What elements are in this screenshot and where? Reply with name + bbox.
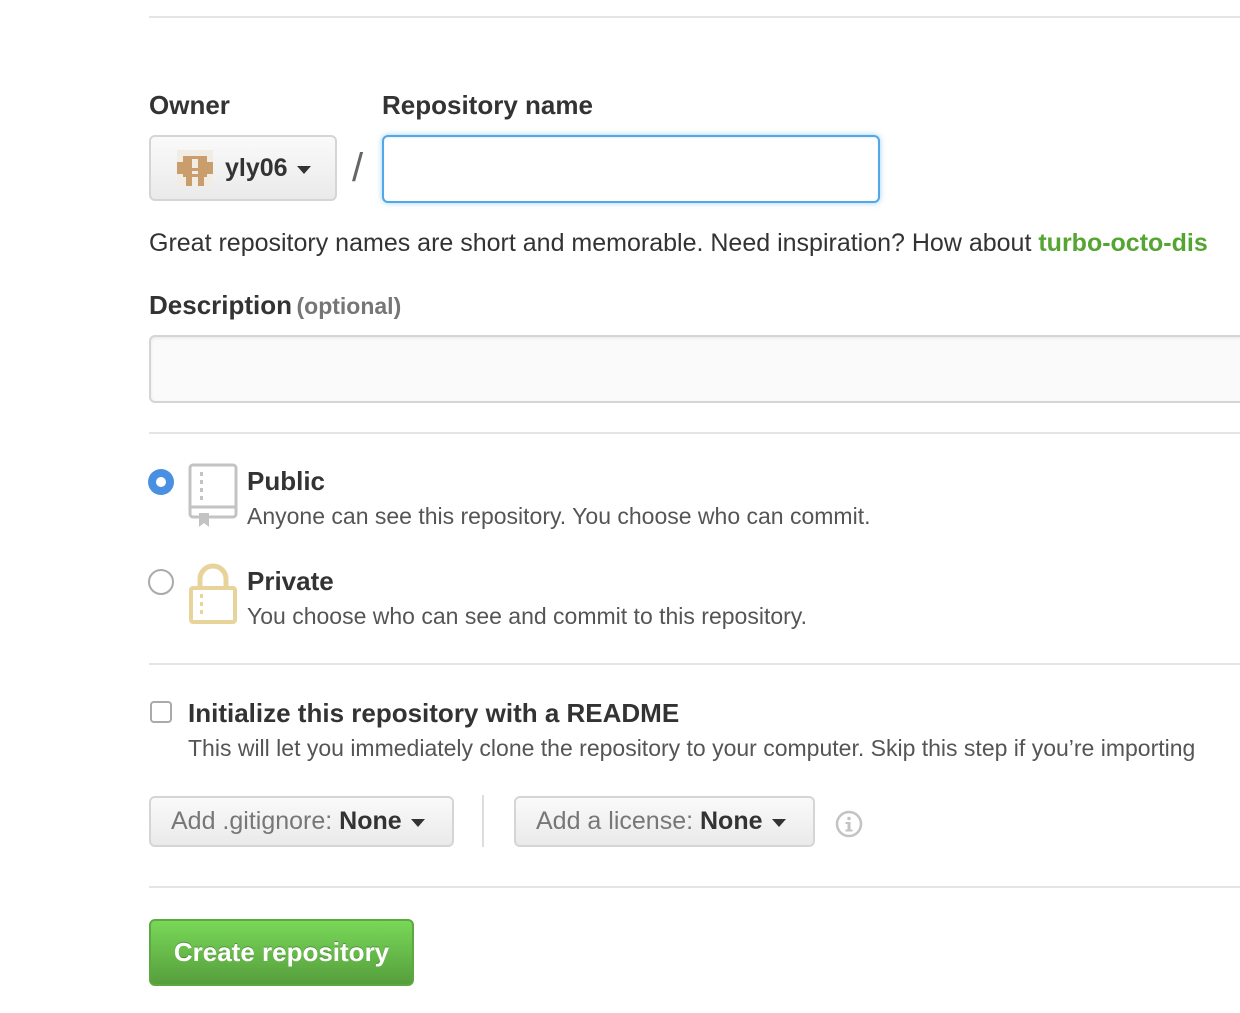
public-title: Public <box>247 466 326 496</box>
avatar <box>177 150 213 186</box>
gitignore-prefix: Add .gitignore: <box>171 807 333 835</box>
repository-name-hint: Great repository names are short and mem… <box>149 229 1208 258</box>
repository-name-label: Repository name <box>382 90 593 120</box>
init-readme-description: This will let you immediately clone the … <box>188 735 1196 761</box>
repository-name-input[interactable] <box>382 135 880 203</box>
submit-divider <box>149 886 1240 888</box>
create-repository-button[interactable]: Create repository <box>149 919 414 986</box>
chevron-down-icon <box>296 165 311 174</box>
license-dropdown[interactable]: Add a license: None <box>514 796 815 847</box>
description-label: Description <box>149 290 293 320</box>
chevron-down-icon <box>410 819 425 827</box>
info-icon[interactable] <box>835 810 863 838</box>
description-input[interactable] <box>149 335 1240 403</box>
repo-book-icon <box>188 463 238 527</box>
owner-repo-separator: / <box>352 146 364 190</box>
gitignore-value: None <box>339 807 402 835</box>
hint-text: Great repository names are short and mem… <box>149 229 1039 257</box>
init-readme-checkbox[interactable] <box>150 701 172 723</box>
description-label-row: Description (optional) <box>149 290 401 321</box>
private-title: Private <box>247 566 334 596</box>
radio-dot <box>156 477 166 487</box>
gitignore-dropdown[interactable]: Add .gitignore: None <box>149 796 454 847</box>
visibility-divider <box>149 432 1240 434</box>
select-separator <box>482 795 484 847</box>
license-prefix: Add a license: <box>536 807 694 835</box>
lock-icon <box>189 563 237 624</box>
public-description: Anyone can see this repository. You choo… <box>247 503 871 529</box>
license-value: None <box>700 807 763 835</box>
owner-label: Owner <box>149 90 230 120</box>
chevron-down-icon <box>771 819 786 827</box>
owner-name: yly06 <box>225 153 288 182</box>
init-divider <box>149 663 1240 665</box>
private-radio[interactable] <box>148 569 174 595</box>
optional-label: (optional) <box>296 293 402 319</box>
public-radio[interactable] <box>148 469 174 495</box>
init-readme-title: Initialize this repository with a README <box>188 698 680 728</box>
name-suggestion-link[interactable]: turbo-octo-dis <box>1038 229 1207 257</box>
owner-dropdown[interactable]: yly06 <box>149 135 337 201</box>
top-divider <box>149 16 1240 18</box>
private-description: You choose who can see and commit to thi… <box>247 603 807 629</box>
